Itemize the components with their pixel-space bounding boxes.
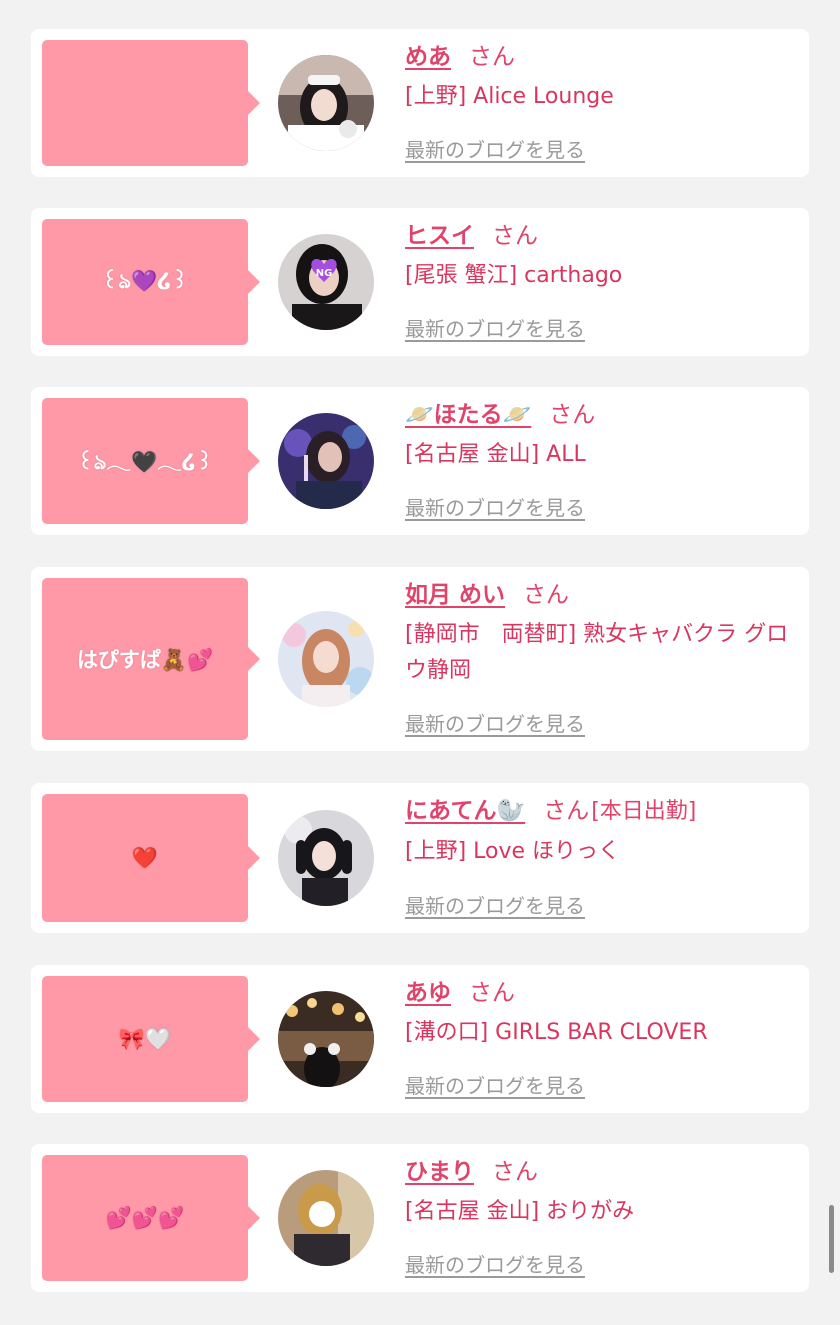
avatar[interactable]: NG	[278, 234, 374, 330]
girl-card: めあ さん [上野] Alice Lounge 最新のブログを見る	[31, 29, 809, 177]
girl-info: 🪐ほたる🪐 さん [名古屋 金山] ALL 最新のブログを見る	[405, 399, 789, 520]
message-bubble: 🎀🤍	[42, 976, 260, 1102]
avatar-photo	[278, 55, 374, 151]
latest-blog-link[interactable]: 最新のブログを見る	[405, 1249, 585, 1278]
girl-card: 💕💕💕 ひまり さん [名古屋 金山] おりがみ 最新のブログを見る	[31, 1144, 809, 1292]
avatar[interactable]	[278, 1170, 374, 1266]
message-bubble: ꒰ঌ💜໒꒱	[42, 219, 260, 345]
girl-info: めあ さん [上野] Alice Lounge 最新のブログを見る	[405, 41, 789, 162]
bubble-text: はぴすぱ🧸💕	[76, 648, 214, 672]
honorific: さん	[543, 798, 590, 824]
girl-name-link[interactable]: 如月 めい	[405, 582, 505, 608]
message-bubble: 💕💕💕	[42, 1155, 260, 1281]
latest-blog-link[interactable]: 最新のブログを見る	[405, 134, 585, 163]
girl-name-link[interactable]: あゆ	[405, 980, 451, 1006]
honorific: さん	[469, 980, 515, 1006]
avatar[interactable]	[278, 991, 374, 1087]
latest-blog-link[interactable]: 最新のブログを見る	[405, 492, 585, 521]
message-bubble: ꒰ঌ𓂃🖤𓂃໒꒱	[42, 398, 260, 524]
bubble-text: ꒰ঌ💜໒꒱	[101, 268, 189, 293]
bubble-text: ❤️	[131, 845, 159, 870]
girl-card: 🎀🤍 あゆ さん [溝の口] GIRLS BAR CLOVER 最新のブログを見る	[31, 965, 809, 1113]
girl-card: ❤️ にあてん🦭 さん[本日出勤] [上野] Love ほりっく 最新のブログを見…	[31, 783, 809, 933]
girl-name-link[interactable]: めあ	[405, 44, 451, 70]
svg-text:NG: NG	[316, 268, 333, 279]
message-bubble: ❤️	[42, 794, 260, 922]
shop-name: [溝の口] GIRLS BAR CLOVER	[405, 1020, 708, 1045]
latest-blog-link[interactable]: 最新のブログを見る	[405, 1070, 585, 1099]
avatar[interactable]	[278, 611, 374, 707]
avatar[interactable]	[278, 413, 374, 509]
avatar-photo	[278, 1170, 374, 1266]
avatar-photo: NG	[278, 234, 374, 330]
attendance-status: [本日出勤]	[591, 799, 697, 824]
shop-name: [静岡市 両替町] 熟女キャバクラ グロウ静岡	[405, 622, 789, 683]
avatar-photo	[278, 991, 374, 1087]
girl-card: はぴすぱ🧸💕 如月 めい さん [静岡市 両替町] 熟女キャバクラ グロウ静岡 最…	[31, 567, 809, 751]
honorific: さん	[492, 1159, 538, 1185]
girl-name-link[interactable]: ひまり	[405, 1159, 474, 1185]
message-bubble: はぴすぱ🧸💕	[42, 578, 260, 740]
girl-info: 如月 めい さん [静岡市 両替町] 熟女キャバクラ グロウ静岡 最新のブログを見…	[405, 579, 789, 736]
avatar[interactable]	[278, 55, 374, 151]
honorific: さん	[469, 44, 515, 70]
honorific: さん	[523, 582, 570, 608]
girl-info: あゆ さん [溝の口] GIRLS BAR CLOVER 最新のブログを見る	[405, 977, 789, 1098]
avatar-photo	[278, 413, 374, 509]
girl-info: ヒスイ さん [尾張 蟹江] carthago 最新のブログを見る	[405, 220, 789, 341]
avatar-photo	[278, 611, 374, 707]
latest-blog-link[interactable]: 最新のブログを見る	[405, 708, 585, 737]
message-bubble	[42, 40, 260, 166]
shop-name: [名古屋 金山] ALL	[405, 442, 586, 467]
girl-info: ひまり さん [名古屋 金山] おりがみ 最新のブログを見る	[405, 1156, 789, 1277]
girl-name-link[interactable]: にあてん🦭	[405, 798, 525, 824]
scrollbar[interactable]	[829, 1205, 834, 1273]
shop-name: [名古屋 金山] おりがみ	[405, 1199, 635, 1224]
avatar[interactable]	[278, 810, 374, 906]
girl-name-link[interactable]: ヒスイ	[405, 223, 474, 249]
shop-name: [尾張 蟹江] carthago	[405, 263, 623, 288]
girl-name-link[interactable]: 🪐ほたる🪐	[405, 402, 531, 428]
girl-card: ꒰ঌ𓂃🖤𓂃໒꒱ 🪐ほたる🪐 さん [名古屋 金山] ALL 最新のブログを見る	[31, 387, 809, 535]
shop-name: [上野] Love ほりっく	[405, 839, 621, 864]
avatar-photo	[278, 810, 374, 906]
shop-name: [上野] Alice Lounge	[405, 84, 614, 109]
bubble-text: 💕💕💕	[105, 1205, 185, 1230]
girl-info: にあてん🦭 さん[本日出勤] [上野] Love ほりっく 最新のブログを見る	[405, 795, 789, 918]
honorific: さん	[549, 402, 596, 428]
honorific: さん	[492, 223, 538, 249]
latest-blog-link[interactable]: 最新のブログを見る	[405, 890, 585, 919]
bubble-text: 🎀🤍	[118, 1026, 172, 1051]
latest-blog-link[interactable]: 最新のブログを見る	[405, 313, 585, 342]
girl-card: ꒰ঌ💜໒꒱ NG ヒスイ さん [尾張 蟹江] carthago 最新のブログを見…	[31, 208, 809, 356]
bubble-text: ꒰ঌ𓂃🖤𓂃໒꒱	[77, 450, 213, 474]
